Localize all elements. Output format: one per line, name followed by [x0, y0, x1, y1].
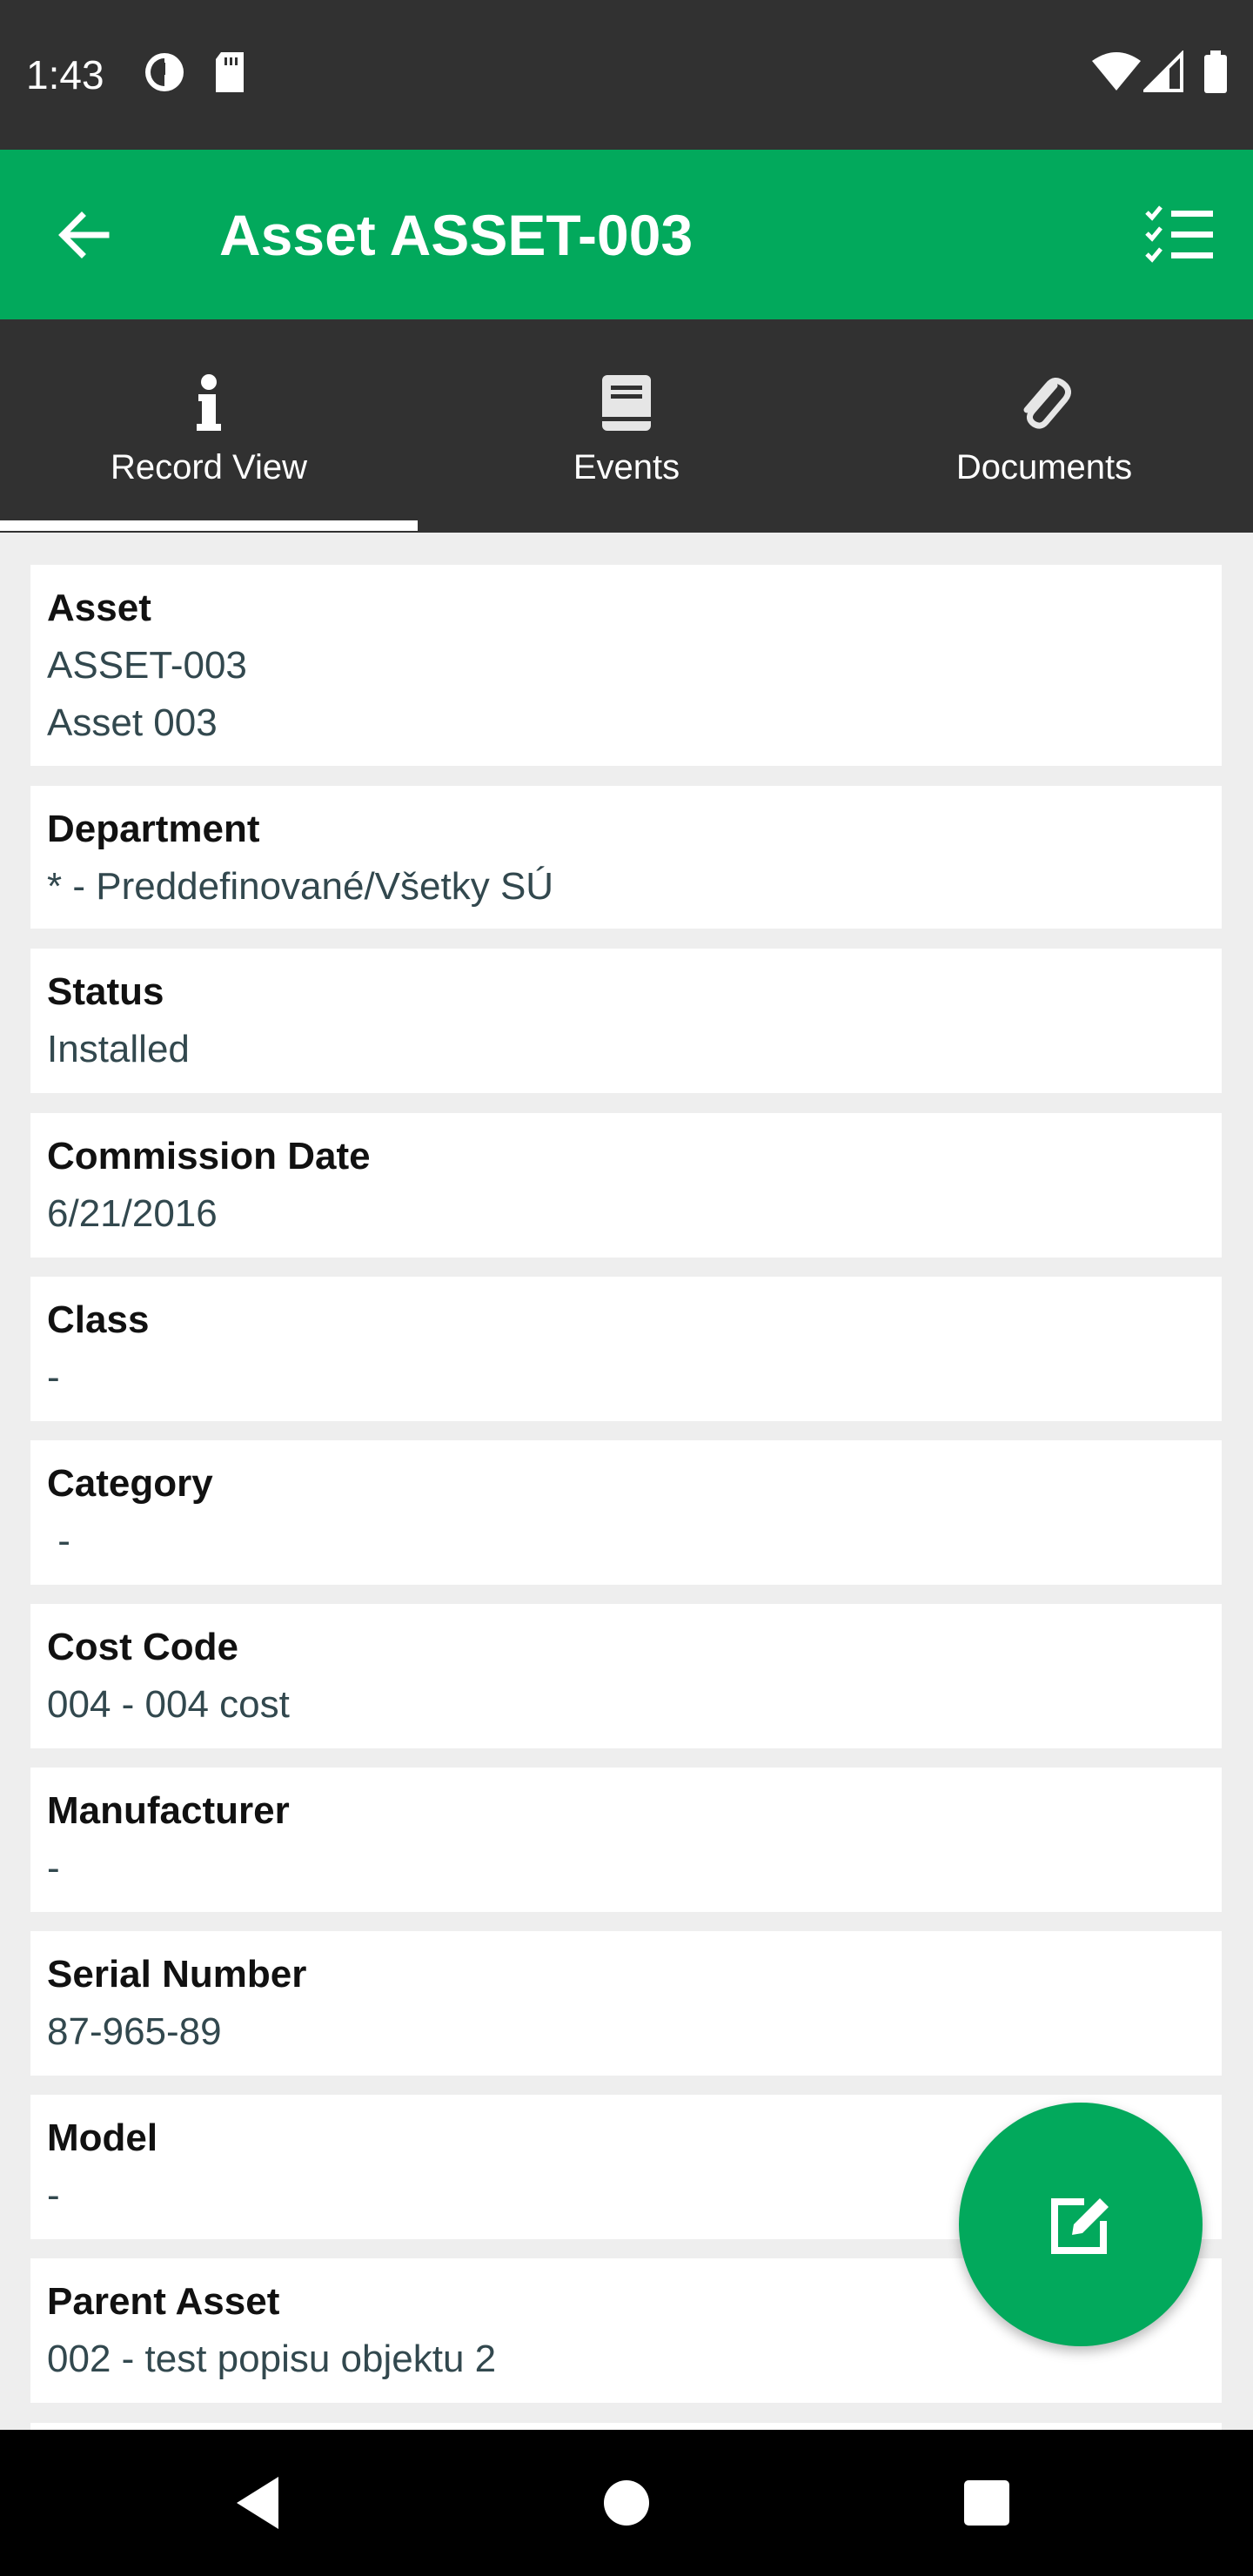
field-label: Category [47, 1462, 213, 1505]
field-label: Commission Date [47, 1135, 371, 1177]
status-bar: 1:43 [0, 0, 1253, 150]
cell-signal-icon [1141, 50, 1183, 97]
field-card-cost-code: Cost Code 004 - 004 cost [30, 1604, 1222, 1748]
field-label: Department [47, 808, 260, 850]
field-value: ASSET-003 [47, 644, 247, 687]
sd-card-icon [212, 50, 247, 98]
field-card-next [30, 2423, 1222, 2430]
data-saver-icon [143, 50, 186, 98]
field-card-status: Status Installed [30, 949, 1222, 1093]
field-value: - [47, 1519, 70, 1562]
field-value: 002 - test popisu objektu 2 [47, 2338, 497, 2380]
tab-documents[interactable]: Documents [835, 319, 1253, 533]
tab-events[interactable]: Events [418, 319, 835, 533]
tab-label: Events [573, 448, 680, 486]
field-label: Asset [47, 587, 151, 629]
field-value: * - Preddefinované/Všetky SÚ [47, 865, 554, 908]
nav-home-icon[interactable] [593, 2470, 660, 2536]
field-label: Parent Asset [47, 2280, 280, 2323]
book-icon [599, 373, 654, 433]
wifi-icon [1091, 50, 1142, 97]
field-label: Status [47, 970, 164, 1013]
field-card-category: Category - [30, 1440, 1222, 1585]
nav-back-icon[interactable] [228, 2470, 294, 2536]
tab-bar: Record View Events Documents [0, 319, 1253, 533]
field-value: Installed [47, 1028, 190, 1070]
field-value: 87-965-89 [47, 2010, 222, 2053]
battery-icon [1203, 50, 1229, 98]
field-label: Manufacturer [47, 1789, 290, 1832]
tab-label: Documents [955, 448, 1133, 486]
field-card-manufacturer: Manufacturer - [30, 1768, 1222, 1912]
field-value: - [47, 2174, 60, 2217]
back-arrow-icon[interactable] [52, 204, 115, 266]
field-value: - [47, 1356, 60, 1399]
field-value: 6/21/2016 [47, 1192, 218, 1235]
field-value: Asset 003 [47, 701, 218, 744]
status-time: 1:43 [26, 52, 104, 97]
field-value: - [47, 1847, 60, 1889]
system-nav-bar [0, 2430, 1253, 2576]
info-icon [181, 373, 237, 433]
tab-label: Record View [110, 448, 308, 486]
field-label: Model [47, 2116, 158, 2159]
field-card-asset: Asset ASSET-003 Asset 003 [30, 565, 1222, 766]
page-title: Asset ASSET-003 [219, 203, 694, 267]
field-label: Cost Code [47, 1626, 238, 1668]
checklist-icon[interactable] [1143, 204, 1216, 266]
field-card-commission-date: Commission Date 6/21/2016 [30, 1113, 1222, 1258]
paperclip-icon [1016, 373, 1072, 433]
field-value: 004 - 004 cost [47, 1683, 290, 1726]
nav-recents-icon[interactable] [954, 2470, 1020, 2536]
field-card-department: Department * - Preddefinované/Všetky SÚ [30, 786, 1222, 929]
tab-indicator [0, 520, 418, 531]
field-label: Serial Number [47, 1953, 307, 1996]
field-card-serial-number: Serial Number 87-965-89 [30, 1931, 1222, 2076]
field-card-class: Class - [30, 1277, 1222, 1421]
app-bar: Asset ASSET-003 [0, 150, 1253, 319]
edit-fab-button[interactable] [959, 2103, 1203, 2346]
tab-record-view[interactable]: Record View [0, 319, 418, 533]
field-label: Class [47, 1298, 150, 1341]
